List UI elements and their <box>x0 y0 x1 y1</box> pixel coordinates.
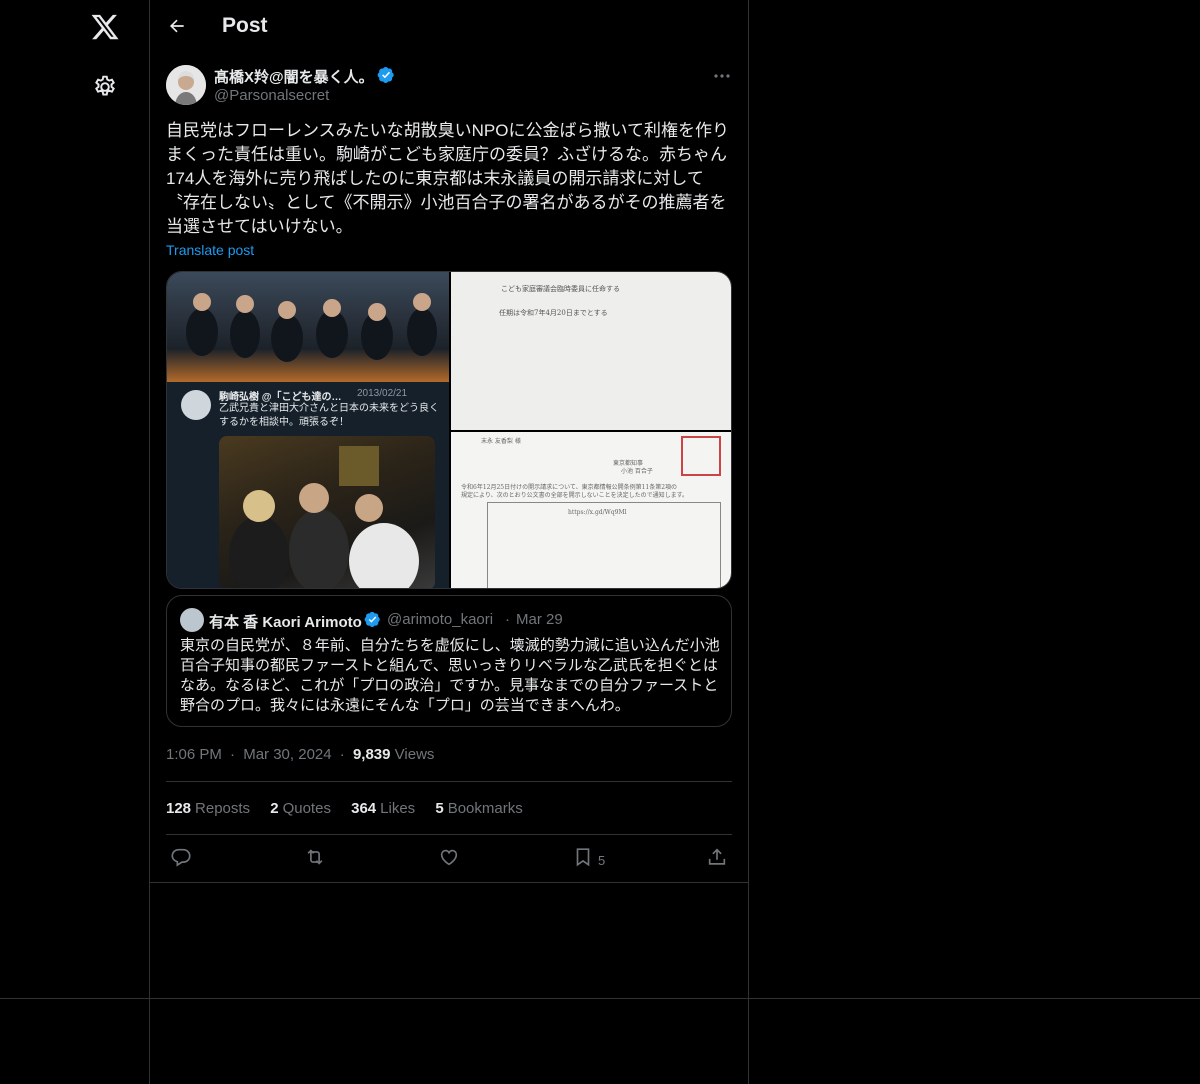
stats-divider <box>166 834 732 835</box>
likes-count: 364 <box>351 800 377 817</box>
media-grid: 駒崎弘樹 @「こども達の… 2013/02/21 乙武兄貴と津田大介さんと日本の… <box>166 271 732 589</box>
reposts-stat[interactable]: 128 Reposts <box>166 800 250 817</box>
official-seal <box>681 436 721 476</box>
media-image-2[interactable]: こども家庭審議会臨時委員に任命する 任期は令和7年4月20日までとする <box>451 272 731 430</box>
document-table: https://x.gd/Wq9Ml <box>487 502 721 588</box>
quotes-stat[interactable]: 2 Quotes <box>270 800 331 817</box>
share-icon[interactable] <box>706 846 728 868</box>
avatar[interactable] <box>166 65 206 105</box>
likes-label: Likes <box>380 800 416 817</box>
likes-stat[interactable]: 364 Likes <box>351 800 415 817</box>
meta-separator: · <box>339 746 345 763</box>
quoted-post[interactable]: 有本 香 Kaori Arimoto @arimoto_kaori · Mar … <box>166 595 732 727</box>
bookmarks-stat[interactable]: 5 Bookmarks <box>435 800 522 817</box>
right-column-divider <box>748 0 749 1084</box>
quote-date: Mar 29 <box>516 611 563 628</box>
verified-icon <box>377 66 395 84</box>
quote-text: 東京の自民党が、８年前、自分たちを虚仮にし、壊滅的勢力減に追い込んだ小池百合子知… <box>180 637 720 714</box>
verified-icon <box>364 611 381 628</box>
post-bottom-divider <box>150 882 748 883</box>
post-meta: 1:06 PM · Mar 30, 2024 · 9,839 Views <box>166 746 438 763</box>
back-arrow-icon[interactable] <box>167 16 187 36</box>
quotes-label: Quotes <box>282 800 331 817</box>
author-handle[interactable]: @Parsonalsecret <box>214 87 329 104</box>
embedded-tweet-screenshot: 駒崎弘樹 @「こども達の… 2013/02/21 乙武兄貴と津田大介さんと日本の… <box>167 382 449 588</box>
bookmark-icon[interactable] <box>572 846 594 868</box>
like-icon[interactable] <box>438 846 460 868</box>
quotes-count: 2 <box>270 800 279 817</box>
action-bar: 5 <box>166 846 732 872</box>
bookmark-count: 5 <box>598 853 606 868</box>
bookmarks-count: 5 <box>435 800 444 817</box>
left-column-divider <box>149 0 150 1084</box>
gear-icon[interactable] <box>92 74 118 100</box>
reposts-count: 128 <box>166 800 192 817</box>
page-bottom-divider <box>0 998 1200 999</box>
views-count: 9,839 <box>352 746 391 763</box>
embedded-tweet-date: 2013/02/21 <box>357 388 408 399</box>
embedded-avatar <box>181 390 211 420</box>
doc2-line-5: 規定により、次のとおり公文書の全部を開示しないことを決定したので通知します。 <box>461 492 689 499</box>
post-stats: 128 Reposts 2 Quotes 364 Likes 5 Bookmarks <box>166 800 539 817</box>
translate-post-link[interactable]: Translate post <box>166 242 254 258</box>
embedded-tweet-text: 乙武兄貴と津田大介さんと日本の未来をどう良くするかを相談中。頑張るぞ！ <box>219 403 439 428</box>
post-date[interactable]: Mar 30, 2024 <box>243 746 331 763</box>
doc2-line-3: 小池 百合子 <box>621 468 653 475</box>
post-text: 自民党はフローレンスみたいな胡散臭いNPOに公金ばら撒いて利権を作りまくった責任… <box>166 121 729 236</box>
author-name[interactable]: 髙橋X羚@闇を暴く人。 <box>214 66 374 87</box>
embedded-tweet-name: 駒崎弘樹 @「こども達の… <box>219 392 342 403</box>
reposts-label: Reposts <box>195 800 251 817</box>
meta-separator: · <box>230 746 236 763</box>
media-image-3[interactable]: 末永 友香梨 様 東京都知事 小池 百合子 令和6年12月25日付けの開示請求に… <box>451 432 731 588</box>
bookmarks-label: Bookmarks <box>447 800 523 817</box>
group-photo <box>167 272 449 382</box>
meta-divider <box>166 781 732 782</box>
embedded-tweet-photo <box>219 436 435 588</box>
more-icon[interactable] <box>712 66 732 86</box>
quote-author-handle: @arimoto_kaori <box>387 611 494 628</box>
doc2-line-1: 末永 友香梨 様 <box>481 438 521 445</box>
doc1-line-1: こども家庭審議会臨時委員に任命する <box>501 285 620 293</box>
media-image-1[interactable]: 駒崎弘樹 @「こども達の… 2013/02/21 乙武兄貴と津田大介さんと日本の… <box>167 272 449 588</box>
post-header: Post <box>150 0 748 54</box>
views-label: Views <box>394 746 435 763</box>
quote-author-name: 有本 香 Kaori Arimoto <box>209 614 362 631</box>
reply-icon[interactable] <box>170 846 192 868</box>
post-time[interactable]: 1:06 PM <box>166 746 222 763</box>
repost-icon[interactable] <box>304 846 326 868</box>
page-title: Post <box>222 14 268 37</box>
doc1-line-2: 任期は令和7年4月20日までとする <box>499 309 608 317</box>
x-logo-icon[interactable] <box>90 12 120 42</box>
quote-separator: · <box>505 611 510 628</box>
doc2-url: https://x.gd/Wq9Ml <box>568 509 627 516</box>
quote-avatar <box>180 608 204 632</box>
